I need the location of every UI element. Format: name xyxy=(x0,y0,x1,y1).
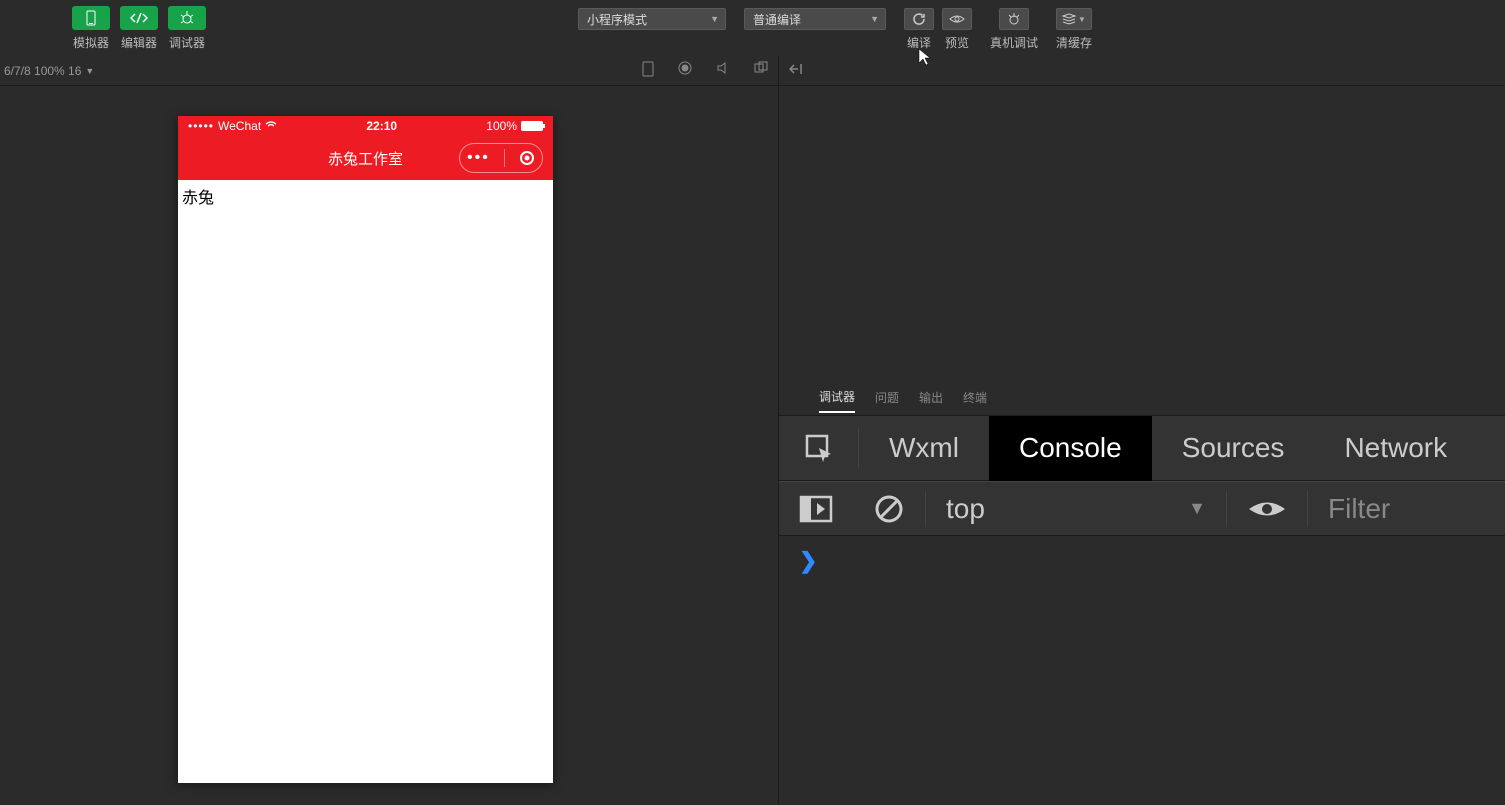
device-icon[interactable] xyxy=(642,61,654,80)
console-prompt-icon: ❯ xyxy=(799,548,817,573)
chevron-down-icon: ▼ xyxy=(1078,15,1086,24)
simulator-status-bar: 6/7/8 100% 16 ▼ xyxy=(0,56,778,86)
target-icon xyxy=(519,150,535,166)
compile-label: 编译 xyxy=(907,34,931,51)
mode-select-value: 小程序模式 xyxy=(587,11,647,28)
phone-nav-title: 赤兔工作室 xyxy=(328,148,403,169)
console-filter-input[interactable]: Filter xyxy=(1308,493,1390,525)
phone-time: 22:10 xyxy=(366,119,397,133)
phone-navbar: 赤兔工作室 ••• xyxy=(178,136,553,180)
inspect-icon[interactable] xyxy=(803,432,835,464)
signal-dots-icon: ••••• xyxy=(188,119,214,133)
collapse-icon[interactable] xyxy=(789,62,803,80)
page-text: 赤兔 xyxy=(182,190,214,207)
clear-console-icon[interactable] xyxy=(873,493,905,525)
devtools-main-tabs: Wxml Console Sources Network xyxy=(779,416,1505,481)
compile-select[interactable]: 普通编译 ▼ xyxy=(744,8,886,30)
compile-select-value: 普通编译 xyxy=(753,11,801,28)
chevron-down-icon: ▼ xyxy=(710,14,719,24)
main-tab-network[interactable]: Network xyxy=(1314,416,1477,481)
phone-icon xyxy=(86,10,96,26)
preview-label: 预览 xyxy=(945,34,969,51)
right-top-bar xyxy=(779,56,1505,86)
device-status-text[interactable]: 6/7/8 100% 16 xyxy=(4,64,81,78)
phone-page-body: 赤兔 xyxy=(178,180,553,212)
tab-terminal[interactable]: 终端 xyxy=(963,389,987,412)
main-tab-wxml[interactable]: Wxml xyxy=(859,416,989,481)
battery-pct: 100% xyxy=(486,119,517,133)
capsule-button[interactable]: ••• xyxy=(459,143,543,173)
clear-cache-label: 清缓存 xyxy=(1056,34,1092,51)
debugger-button[interactable] xyxy=(168,6,206,30)
code-icon xyxy=(130,12,148,24)
phone-simulator: ••••• WeChat 22:10 100% 赤兔工作室 ••• 赤兔 xyxy=(178,116,553,783)
tab-problems[interactable]: 问题 xyxy=(875,389,899,412)
chevron-down-icon: ▼ xyxy=(1188,498,1206,519)
refresh-icon xyxy=(912,12,926,26)
right-panel: 调试器 问题 输出 终端 Wxml Console Sources Networ… xyxy=(778,56,1505,805)
tab-output[interactable]: 输出 xyxy=(919,389,943,412)
console-body[interactable]: ❯ xyxy=(779,536,1505,586)
mode-select[interactable]: 小程序模式 ▼ xyxy=(578,8,726,30)
editor-button[interactable] xyxy=(120,6,158,30)
eye-icon xyxy=(949,13,965,25)
context-select[interactable]: top ▼ xyxy=(926,481,1226,536)
console-toolbar: top ▼ Filter xyxy=(779,481,1505,536)
detach-icon[interactable] xyxy=(754,61,768,80)
clear-cache-button[interactable]: ▼ xyxy=(1056,8,1092,30)
main-tab-console[interactable]: Console xyxy=(989,416,1152,481)
debugger-label: 调试器 xyxy=(169,34,205,51)
editor-label: 编辑器 xyxy=(121,34,157,51)
remote-debug-icon xyxy=(1006,12,1022,26)
chevron-down-icon: ▼ xyxy=(870,14,879,24)
layers-icon xyxy=(1062,13,1076,25)
battery-icon xyxy=(521,121,543,131)
more-icon: ••• xyxy=(467,149,490,167)
top-toolbar: 模拟器 编辑器 调试器 小程序模式 ▼ 普通编译 ▼ xyxy=(0,0,1505,56)
remote-debug-button[interactable] xyxy=(999,8,1029,30)
toggle-sidebar-icon[interactable] xyxy=(799,495,833,523)
context-value: top xyxy=(946,493,985,525)
chevron-down-icon: ▼ xyxy=(85,66,94,76)
preview-button[interactable] xyxy=(942,8,972,30)
bug-icon xyxy=(179,11,195,25)
main-tab-sources[interactable]: Sources xyxy=(1152,416,1315,481)
phone-statusbar: ••••• WeChat 22:10 100% xyxy=(178,116,553,136)
eye-icon[interactable] xyxy=(1247,496,1287,522)
carrier-label: WeChat xyxy=(218,119,261,133)
simulator-button[interactable] xyxy=(72,6,110,30)
record-icon[interactable] xyxy=(678,61,692,80)
mute-icon[interactable] xyxy=(716,61,730,80)
wifi-icon xyxy=(265,121,277,131)
devtools-lower-tabs: 调试器 问题 输出 终端 xyxy=(779,386,1505,416)
compile-button[interactable] xyxy=(904,8,934,30)
editor-area xyxy=(779,86,1505,386)
remote-debug-label: 真机调试 xyxy=(990,34,1038,51)
simulator-panel: ••••• WeChat 22:10 100% 赤兔工作室 ••• 赤兔 xyxy=(0,86,778,805)
capsule-divider xyxy=(504,149,505,167)
tab-debugger[interactable]: 调试器 xyxy=(819,388,855,413)
simulator-label: 模拟器 xyxy=(73,34,109,51)
